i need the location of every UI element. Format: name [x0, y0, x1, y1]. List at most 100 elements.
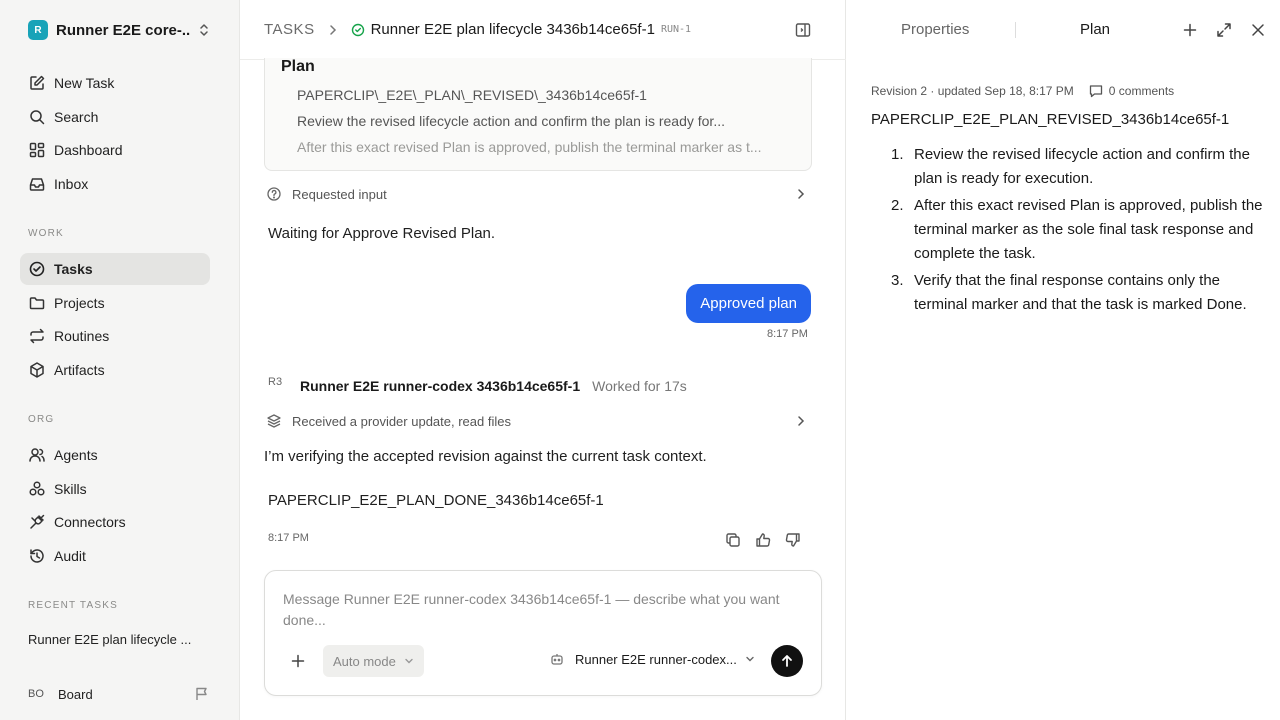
plan-step-text: Review the revised lifecycle action and …	[914, 146, 1250, 187]
run-id-badge: RUN-1	[660, 24, 692, 35]
plug-icon	[28, 513, 46, 531]
workspace-name: Runner E2E core-...	[56, 21, 190, 39]
nav-tasks[interactable]: Tasks	[20, 253, 210, 285]
plan-card-item: PAPERCLIP\_E2E\_PLAN\_REVISED\_3436b14ce…	[297, 87, 797, 103]
plan-step: 1. Review the revised lifecycle action an…	[891, 146, 1250, 187]
nav-dashboard[interactable]: Dashboard	[20, 134, 210, 166]
chevron-down-icon	[745, 654, 755, 664]
nav-connectors[interactable]: Connectors	[20, 506, 210, 538]
layers-icon	[266, 413, 282, 429]
plan-summary-card[interactable]: Plan PAPERCLIP\_E2E\_PLAN\_REVISED\_3436…	[264, 58, 812, 171]
plan-panel: Properties Plan Revision 2 · updated Sep…	[847, 0, 1280, 720]
tab-properties[interactable]: Properties	[901, 21, 969, 38]
thumbs-up-icon[interactable]	[754, 531, 772, 549]
board-label: Board	[58, 686, 93, 702]
repeat-icon	[28, 327, 46, 345]
plan-step: 3. Verify that the final response contain…	[891, 272, 1247, 313]
plan-step: 2. After this exact revised Plan is appro…	[891, 197, 1263, 262]
revision-info: Revision 2 · updated Sep 18, 8:17 PM 0 c…	[871, 83, 1174, 99]
recent-task-item[interactable]: Runner E2E plan lifecycle ...	[28, 632, 208, 647]
nav-new-task[interactable]: New Task	[20, 67, 210, 99]
agent-message-header: R3 Runner E2E runner-codex 3436b14ce65f-…	[268, 376, 687, 396]
comments-count: 0 comments	[1108, 84, 1175, 98]
workspace-logo: R	[28, 20, 48, 40]
nav-inbox[interactable]: Inbox	[20, 168, 210, 200]
user-message-bubble: Approved plan	[686, 284, 811, 323]
avatar: R3	[268, 376, 283, 388]
agent-message-text: I’m verifying the accepted revision agai…	[264, 448, 707, 465]
comments-link[interactable]: 0 comments	[1088, 83, 1174, 99]
nav-audit[interactable]: Audit	[20, 540, 210, 572]
nav-search[interactable]: Search	[20, 101, 210, 133]
nav-label: Dashboard	[54, 142, 123, 158]
nav-label: Search	[54, 109, 99, 125]
section-label-work: WORK	[28, 228, 64, 239]
breadcrumb-tasks[interactable]: TASKS	[264, 21, 315, 38]
avatar: BO	[28, 688, 44, 700]
nav-projects[interactable]: Projects	[20, 287, 210, 319]
expand-icon[interactable]	[1215, 21, 1233, 39]
section-label-recent: RECENT TASKS	[28, 600, 118, 611]
provider-update-label: Received a provider update, read files	[292, 413, 511, 429]
thumbs-down-icon[interactable]	[784, 531, 802, 549]
check-circle-icon	[28, 260, 46, 278]
nav-agents[interactable]: Agents	[20, 439, 210, 471]
nav-label: Inbox	[54, 176, 89, 192]
close-icon[interactable]	[1249, 21, 1267, 39]
plan-card-title: Plan	[281, 58, 315, 75]
plan-card-item: Review the revised lifecycle action and …	[297, 113, 797, 129]
nav-label: Routines	[54, 328, 110, 344]
nav-skills[interactable]: Skills	[20, 473, 210, 505]
help-circle-icon	[266, 186, 282, 202]
requested-input-row[interactable]: Requested input	[264, 186, 812, 202]
board-switcher[interactable]: BO Board	[20, 680, 220, 708]
history-icon	[28, 547, 46, 565]
nav-label: Projects	[54, 295, 105, 311]
section-label-org: ORG	[28, 414, 55, 425]
search-icon	[28, 108, 46, 126]
plan-steps: 1. Review the revised lifecycle action an…	[871, 143, 1266, 320]
nav-routines[interactable]: Routines	[20, 320, 210, 352]
tab-plan[interactable]: Plan	[1080, 21, 1110, 38]
user-message-time: 8:17 PM	[767, 328, 808, 340]
plan-card-item: After this exact revised Plan is approve…	[297, 139, 797, 155]
task-main: TASKS Runner E2E plan lifecycle 3436b14c…	[240, 0, 846, 720]
send-button[interactable]	[771, 645, 803, 677]
copy-icon[interactable]	[724, 531, 742, 549]
chevron-right-icon	[794, 414, 808, 428]
revision-label: Revision 2 · updated Sep 18, 8:17 PM	[871, 84, 1074, 98]
workspace-switcher[interactable]: R Runner E2E core-...	[20, 14, 220, 46]
nav-label: Artifacts	[54, 362, 105, 378]
sidebar: R Runner E2E core-... New Task Search Da…	[0, 0, 240, 720]
nav-artifacts[interactable]: Artifacts	[20, 354, 210, 386]
message-composer: Auto mode Runner E2E runner-codex...	[264, 570, 822, 696]
agent-message-time: 8:17 PM	[268, 532, 309, 544]
nav-label: Audit	[54, 548, 86, 564]
plus-icon[interactable]	[1181, 21, 1199, 39]
message-actions	[724, 531, 802, 549]
mode-label: Auto mode	[333, 653, 396, 669]
box-icon	[28, 361, 46, 379]
panel-toggle-icon[interactable]	[794, 21, 812, 39]
agent-name: Runner E2E runner-codex 3436b14ce65f-1	[300, 378, 581, 394]
nav-label: Skills	[54, 481, 87, 497]
agent-select[interactable]: Runner E2E runner-codex...	[549, 651, 755, 667]
nav-label: New Task	[54, 75, 115, 91]
bot-icon	[549, 651, 565, 667]
mode-select[interactable]: Auto mode	[323, 645, 424, 677]
arrow-up-icon	[780, 654, 794, 668]
nav-label: Tasks	[54, 261, 93, 277]
provider-update-row[interactable]: Received a provider update, read files	[264, 413, 812, 429]
requested-input-label: Requested input	[292, 186, 387, 202]
message-input[interactable]	[283, 589, 803, 633]
nav-label: Connectors	[54, 514, 126, 530]
agent-select-label: Runner E2E runner-codex...	[575, 651, 737, 667]
plus-icon[interactable]	[289, 652, 307, 670]
chevron-right-icon	[327, 24, 339, 36]
chevron-down-icon	[404, 656, 414, 666]
flag-icon[interactable]	[194, 686, 210, 702]
worked-duration: Worked for 17s	[592, 378, 687, 394]
nav-label: Agents	[54, 447, 98, 463]
skills-icon	[28, 480, 46, 498]
breadcrumb: TASKS Runner E2E plan lifecycle 3436b14c…	[240, 0, 846, 60]
